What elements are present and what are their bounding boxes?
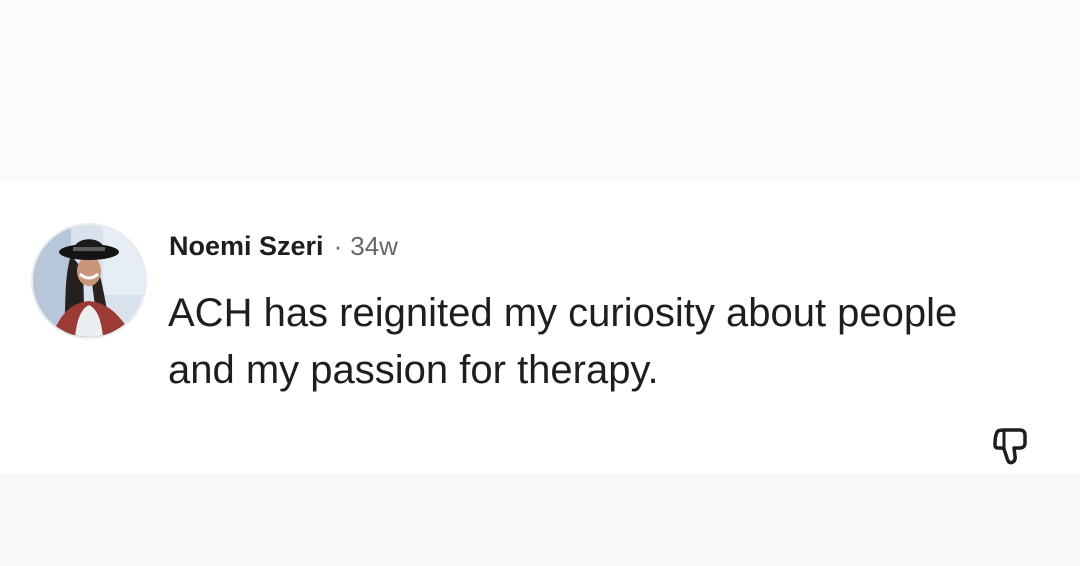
author-avatar[interactable] <box>33 225 145 337</box>
review-card: Noemi Szeri · 34w ACH has reignited my c… <box>0 182 1080 474</box>
review-text: ACH has reignited my curiosity about peo… <box>168 291 958 392</box>
avatar-photo-icon <box>33 225 145 337</box>
thumbs-down-icon <box>993 428 1027 465</box>
meta-separator: · <box>333 230 343 261</box>
top-spacer <box>0 0 1080 182</box>
bottom-spacer <box>0 474 1080 566</box>
dislike-button[interactable] <box>986 422 1034 470</box>
review-timestamp: 34w <box>350 230 398 261</box>
author-name[interactable]: Noemi Szeri <box>169 231 324 262</box>
review-header: Noemi Szeri · 34w <box>169 227 398 265</box>
